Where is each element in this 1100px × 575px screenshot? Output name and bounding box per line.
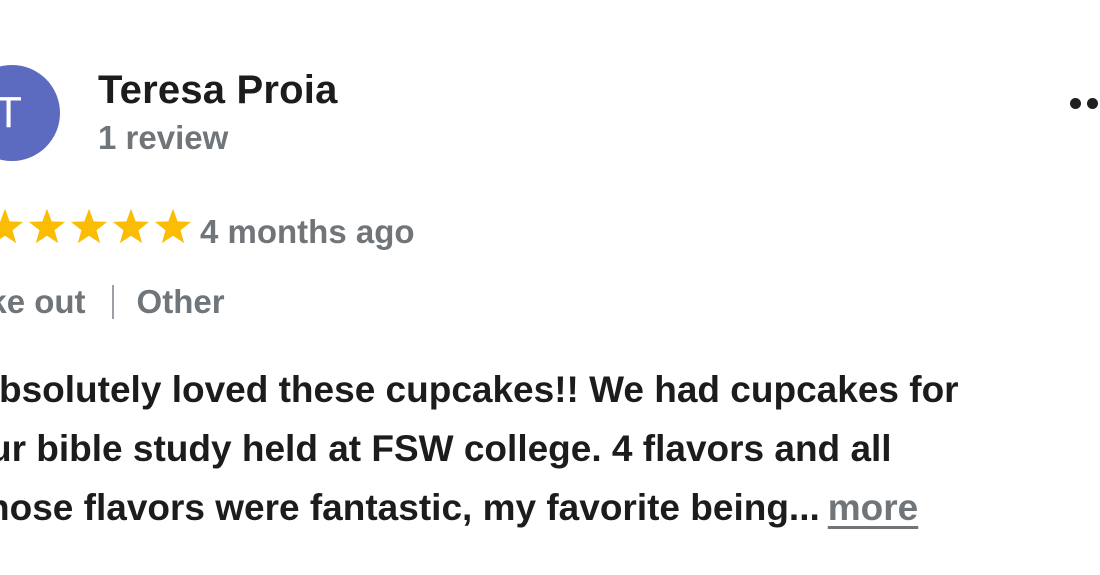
tag-other: Other [136, 283, 225, 320]
review-text-line: bsolutely loved these cupcakes!! We had … [0, 369, 959, 410]
reviewer-review-count[interactable]: 1 review [98, 119, 228, 157]
tag-takeout: ake out [0, 283, 86, 320]
more-options-dot [1070, 98, 1081, 109]
star-icon [70, 208, 108, 244]
star-icon [28, 208, 66, 244]
review-tags: ake out Other [0, 283, 225, 321]
review-date: 4 months ago [200, 213, 415, 250]
review-text-line-content: hose flavors were fantastic, my favorite… [0, 487, 820, 528]
reviewer-avatar[interactable]: T [0, 65, 60, 161]
star-icon [112, 208, 150, 244]
review-text-line-last: hose flavors were fantastic, my favorite… [0, 478, 1096, 537]
more-options-icon[interactable] [1070, 98, 1098, 109]
star-icon [0, 208, 24, 244]
review-text: bsolutely loved these cupcakes!! We had … [0, 360, 1096, 537]
avatar-initial: T [0, 88, 22, 137]
review-text-line: ur bible study held at FSW college. 4 fl… [0, 428, 892, 469]
more-link[interactable]: more [828, 487, 918, 528]
reviewer-name[interactable]: Teresa Proia [98, 68, 338, 113]
star-icon [154, 208, 192, 244]
tag-divider [111, 285, 114, 319]
star-rating [0, 208, 192, 246]
more-options-dot [1087, 98, 1098, 109]
